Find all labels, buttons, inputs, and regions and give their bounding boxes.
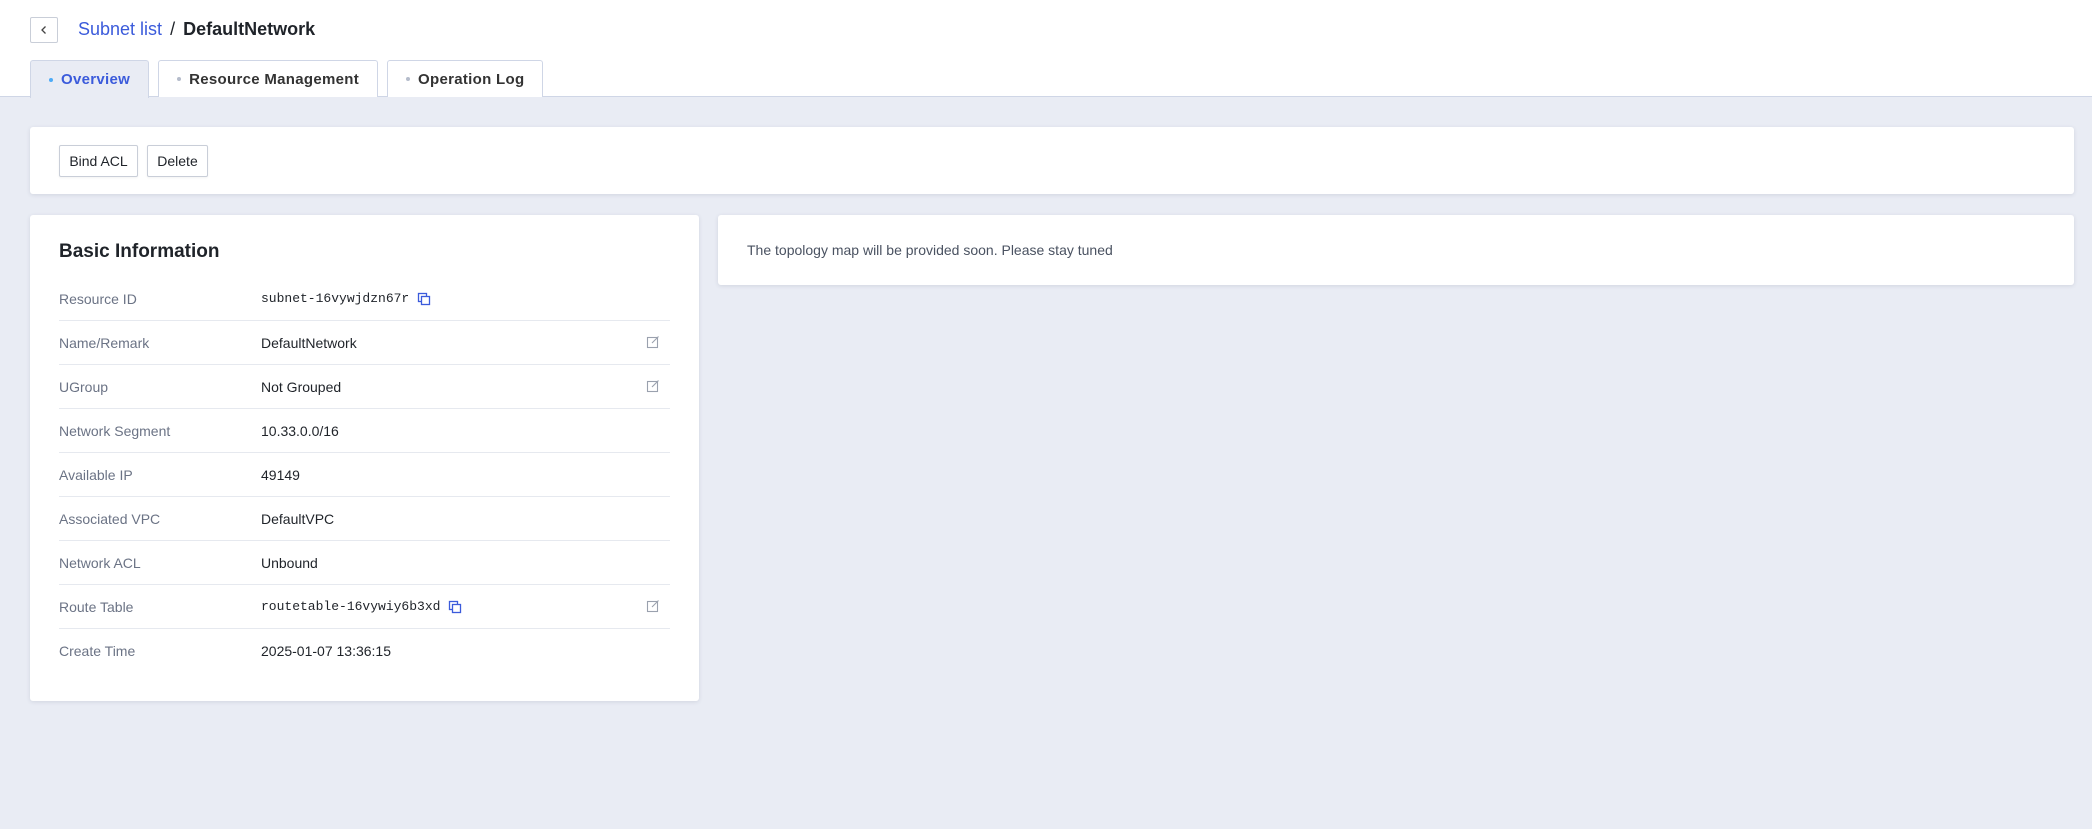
breadcrumb: Subnet list / DefaultNetwork bbox=[78, 19, 315, 40]
info-label: Available IP bbox=[59, 466, 133, 483]
edit-icon[interactable] bbox=[646, 379, 660, 393]
available-ip-value: 49149 bbox=[261, 466, 300, 483]
edit-icon[interactable] bbox=[646, 599, 660, 613]
info-row-network-acl: Network ACL Unbound bbox=[59, 541, 670, 585]
info-row-network-segment: Network Segment 10.33.0.0/16 bbox=[59, 409, 670, 453]
info-row-resource-id: Resource ID subnet-16vywjdzn67r bbox=[59, 277, 670, 321]
tab-bar: Overview Resource Management Operation L… bbox=[30, 60, 544, 98]
network-acl-value: Unbound bbox=[261, 554, 318, 571]
chevron-left-icon bbox=[41, 26, 46, 34]
action-bar: Bind ACL Delete bbox=[30, 127, 2074, 194]
bind-acl-button[interactable]: Bind ACL bbox=[59, 145, 138, 177]
topology-message: The topology map will be provided soon. … bbox=[747, 242, 1113, 258]
tab-resource-management[interactable]: Resource Management bbox=[158, 60, 379, 97]
topology-card: The topology map will be provided soon. … bbox=[718, 215, 2074, 285]
network-segment-value: 10.33.0.0/16 bbox=[261, 422, 339, 439]
breadcrumb-separator: / bbox=[170, 19, 176, 39]
tab-overview[interactable]: Overview bbox=[30, 60, 150, 98]
info-label: UGroup bbox=[59, 378, 109, 395]
info-value: routetable-16vywiy6b3xd bbox=[261, 599, 462, 614]
resource-id-value: subnet-16vywjdzn67r bbox=[261, 291, 410, 306]
ugroup-value: Not Grouped bbox=[261, 378, 342, 395]
info-label: Create Time bbox=[59, 643, 136, 659]
info-value: subnet-16vywjdzn67r bbox=[261, 291, 431, 306]
info-label: Network Segment bbox=[59, 422, 171, 439]
info-label: Route Table bbox=[59, 598, 134, 615]
page-title: DefaultNetwork bbox=[183, 19, 316, 39]
tab-label: Operation Log bbox=[418, 70, 525, 88]
tab-operation-log[interactable]: Operation Log bbox=[387, 60, 544, 97]
delete-button[interactable]: Delete bbox=[147, 145, 208, 177]
info-row-name-remark: Name/Remark DefaultNetwork bbox=[59, 321, 670, 365]
tab-dot-icon bbox=[177, 77, 182, 81]
info-label: Associated VPC bbox=[59, 510, 161, 527]
basic-information-card: Basic Information Resource ID subnet-16v… bbox=[30, 215, 699, 701]
back-button[interactable] bbox=[30, 17, 58, 43]
tab-dot-icon bbox=[406, 77, 411, 81]
tab-dot-icon bbox=[49, 77, 53, 82]
info-row-associated-vpc: Associated VPC DefaultVPC bbox=[59, 497, 670, 541]
copy-icon[interactable] bbox=[417, 292, 431, 306]
info-label: Name/Remark bbox=[59, 334, 150, 351]
breadcrumb-subnet-list-link[interactable]: Subnet list bbox=[78, 19, 162, 40]
tab-label: Resource Management bbox=[189, 70, 360, 88]
info-row-ugroup: UGroup Not Grouped bbox=[59, 365, 670, 409]
name-remark-value: DefaultNetwork bbox=[261, 334, 357, 351]
copy-icon[interactable] bbox=[448, 600, 462, 614]
info-row-route-table: Route Table routetable-16vywiy6b3xd bbox=[59, 585, 670, 629]
info-row-available-ip: Available IP 49149 bbox=[59, 453, 670, 497]
page-header: Subnet list / DefaultNetwork Overview Re… bbox=[0, 0, 2092, 98]
basic-information-title: Basic Information bbox=[59, 241, 220, 262]
associated-vpc-value: DefaultVPC bbox=[261, 510, 335, 527]
tab-label: Overview bbox=[61, 71, 131, 88]
info-label: Network ACL bbox=[59, 554, 141, 571]
info-row-create-time: Create Time 2025-01-07 13:36:15 bbox=[59, 629, 670, 673]
create-time-value: 2025-01-07 13:36:15 bbox=[261, 643, 391, 659]
edit-icon[interactable] bbox=[646, 335, 660, 349]
route-table-link[interactable]: routetable-16vywiy6b3xd bbox=[261, 599, 440, 614]
info-label: Resource ID bbox=[59, 290, 137, 307]
